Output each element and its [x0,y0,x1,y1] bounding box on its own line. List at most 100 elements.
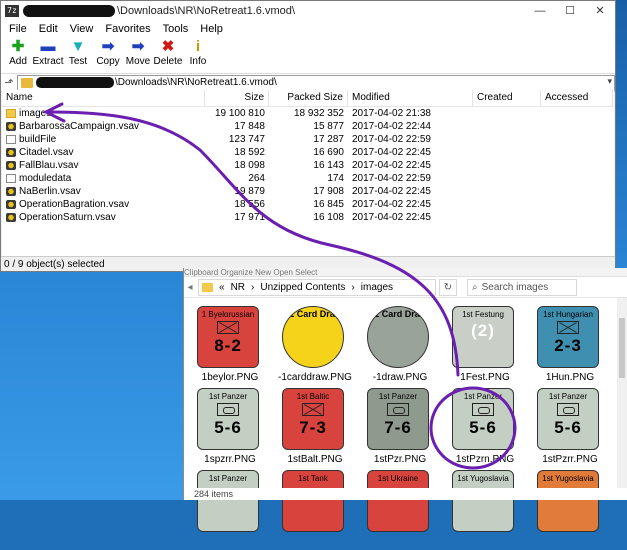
table-row[interactable]: moduledata 264 174 2017-04-02 22:59 [2,172,614,185]
counter-image: –1 Card Draw [367,306,429,368]
info-button[interactable]: i Info [183,37,213,68]
thumbnail-filename: -1carddraw.PNG [278,372,352,383]
menu-view[interactable]: View [64,23,100,35]
file-modified: 2017-04-02 22:45 [352,160,431,171]
thumbnail-item[interactable]: 1st Yugoslavia [532,470,612,550]
redacted-address-block [36,77,114,88]
column-created[interactable]: Created [473,90,541,106]
archive-icon [21,77,33,88]
vertical-scrollbar[interactable] [617,298,627,488]
counter-unit: 1st Panzer [463,392,503,401]
test-button[interactable]: ▼ Test [63,37,93,68]
menu-help[interactable]: Help [194,23,229,35]
counter-image: 1st Panzer 7-6 [367,388,429,450]
thumbnail-item[interactable]: 1st Festung (2) 1Fest.PNG [447,306,527,386]
address-path: \Downloads\NR\NoRetreat1.6.vmod\ [115,77,277,88]
up-folder-icon[interactable]: ⬏ [1,76,17,89]
table-row[interactable]: BarbarossaCampaign.vsav 17 848 15 877 2017-… [2,120,614,133]
file-packed-size: 16 845 [313,199,344,210]
file-icon [6,174,16,183]
minimize-button[interactable]: — [525,1,555,21]
title-bar[interactable]: 7z \Downloads\NR\NoRetreat1.6.vmod\ — ☐ … [1,1,615,21]
file-list: Name Size Packed Size Modified Created A… [2,90,614,256]
move-button[interactable]: ➡ Move [123,37,153,68]
column-size[interactable]: Size [205,90,269,106]
file-size: 264 [248,173,265,184]
counter-unit: 1st Tank [298,474,328,483]
thumbnail-item[interactable]: –1 Card Draw -1draw.PNG [362,306,442,386]
thumbnail-item[interactable]: 1st Yugoslavia [447,470,527,550]
file-size: 18 556 [234,199,265,210]
chevron-down-icon[interactable]: ▾ [607,76,612,87]
file-size: 17 848 [234,121,265,132]
counter-value: 8-2 [214,336,242,355]
add-button[interactable]: ✚ Add [3,37,33,68]
breadcrumb-nr[interactable]: NR [231,282,245,293]
nav-back-icon[interactable]: ◂ [184,282,196,293]
thumbnail-item[interactable]: 1st Tank [277,470,357,550]
counter-unit: 1 Byelorussian [201,310,255,319]
table-row[interactable]: buildFile 123 747 17 287 2017-04-02 22:59 [2,133,614,146]
address-field[interactable]: \Downloads\NR\NoRetreat1.6.vmod\ ▾ [17,74,615,91]
file-name-cell: OperationBagration.vsav [2,198,205,211]
thumbnail-item[interactable]: 1st Hungarian 2-3 1Hun.PNG [532,306,612,386]
counter-value: (2) [471,321,495,340]
breadcrumb-images[interactable]: images [361,282,393,293]
close-button[interactable]: ✕ [585,1,615,21]
explorer-status: 284 items [184,488,627,500]
column-packed-size[interactable]: Packed Size [269,90,348,106]
search-input[interactable]: Search images [482,282,549,293]
thumbnail-item[interactable]: 1 Byelorussian 8-2 1beylor.PNG [192,306,272,386]
file-name-cell: moduledata [2,172,205,185]
toolbar-label: Extract [32,56,64,67]
copy-button[interactable]: ➡ Copy [93,37,123,68]
counter-value: 5-6 [214,418,242,437]
column-name[interactable]: Name [2,90,205,106]
file-created [473,120,541,133]
explorer-breadcrumb[interactable]: « NR › Unzipped Contents › images [198,278,436,296]
maximize-button[interactable]: ☐ [555,1,585,21]
table-row[interactable]: FallBlau.vsav 18 098 16 143 2017-04-02 22:4… [2,159,614,172]
counter-card-text: –1 Card Draw [369,309,427,319]
copy-arrow-icon: ➡ [101,38,115,55]
thumbnail-item[interactable]: 1st Panzer 7-6 1stPzr.PNG [362,388,442,468]
counter-image: 1st Baltic 7-3 [282,388,344,450]
thumbnail-item[interactable]: 1st Panzer 5-6 1stPzrr.PNG [532,388,612,468]
scrollbar-thumb[interactable] [619,318,625,378]
thumbnail-item[interactable]: –1 Card Draw -1carddraw.PNG [277,306,357,386]
file-created [473,211,541,224]
breadcrumb-unzipped[interactable]: Unzipped Contents [260,282,345,293]
table-row[interactable]: OperationBagration.vsav 18 556 16 845 2017-… [2,198,614,211]
menu-edit[interactable]: Edit [33,23,64,35]
table-row[interactable]: NaBerlin.vsav 19 879 17 908 2017-04-02 22:4… [2,185,614,198]
thumbnail-item[interactable]: 1st Panzer [192,470,272,550]
file-list-header: Name Size Packed Size Modified Created A… [2,90,614,107]
zip-window: 7z \Downloads\NR\NoRetreat1.6.vmod\ — ☐ … [0,0,616,272]
column-accessed[interactable]: Accessed [541,90,613,106]
refresh-icon[interactable]: ↻ [439,278,457,296]
breadcrumb-overflow[interactable]: « [219,282,225,293]
toolbar-label: Test [68,56,88,67]
file-name: OperationBagration.vsav [19,199,130,210]
thumbnail-item[interactable]: 1st Ukraine [362,470,442,550]
thumbnail-filename: 1Hun.PNG [545,372,595,383]
delete-button[interactable]: ✖ Delete [153,37,183,68]
counter-image: 1st Panzer 5-6 [452,388,514,450]
thumbnail-filename: 1stBalt.PNG [287,454,343,465]
table-row[interactable]: OperationSaturn.vsav 17 971 16 108 2017-04-… [2,211,614,224]
column-modified[interactable]: Modified [348,90,473,106]
file-created [473,185,541,198]
menu-tools[interactable]: Tools [157,23,195,35]
file-name: Citadel.vsav [19,147,74,158]
vsav-file-icon [6,122,16,131]
extract-button[interactable]: ▬ Extract [32,37,64,68]
menu-file[interactable]: File [3,23,33,35]
table-row[interactable]: Citadel.vsav 18 592 16 690 2017-04-02 22:45 [2,146,614,159]
search-box[interactable]: ⌕ Search images [467,278,577,296]
thumbnail-item[interactable]: 1st Panzer 5-6 1spzrr.PNG [192,388,272,468]
menu-favorites[interactable]: Favorites [99,23,156,35]
thumbnail-item[interactable]: 1st Baltic 7-3 1stBalt.PNG [277,388,357,468]
thumbnail-item[interactable]: 1st Panzer 5-6 1stPzrn.PNG [447,388,527,468]
table-row[interactable]: images 19 100 810 18 932 352 2017-04-02 21:… [2,107,614,120]
counter-unit: 1st Yugoslavia [542,474,594,483]
